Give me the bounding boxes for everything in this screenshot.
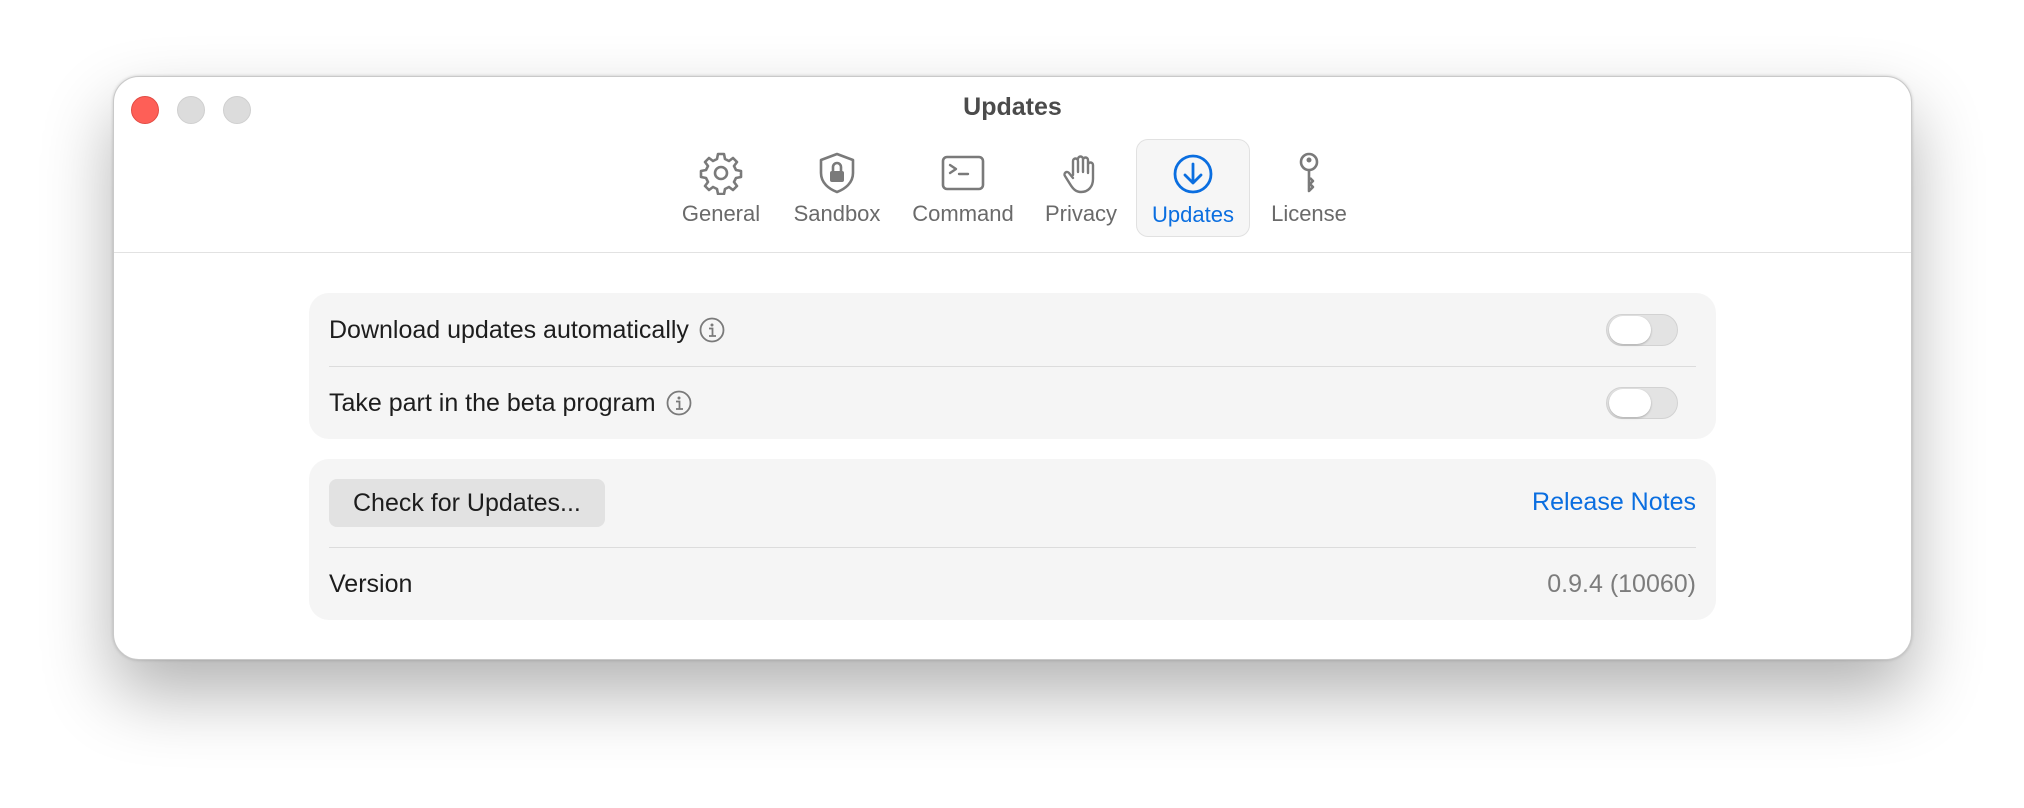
tab-privacy-label: Privacy <box>1044 201 1118 226</box>
tab-privacy[interactable]: Privacy <box>1036 139 1126 237</box>
auto-download-label: Download updates automatically <box>329 315 689 344</box>
beta-program-toggle[interactable] <box>1606 387 1678 419</box>
auto-download-row: Download updates automatically <box>329 308 1696 352</box>
version-group: Check for Updates... Release Notes Versi… <box>309 459 1716 620</box>
preferences-window: Updates General Sandbox Command Privacy … <box>113 76 1912 660</box>
download-circle-icon <box>1173 154 1213 194</box>
tab-sandbox[interactable]: Sandbox <box>784 139 890 237</box>
tab-command[interactable]: Command <box>903 139 1023 237</box>
tab-command-label: Command <box>912 201 1014 226</box>
beta-program-label: Take part in the beta program <box>329 388 656 417</box>
version-label: Version <box>329 570 413 598</box>
info-icon[interactable] <box>666 390 692 416</box>
preferences-toolbar: General Sandbox Command Privacy Updates … <box>114 139 1911 239</box>
terminal-icon <box>941 155 985 191</box>
auto-download-toggle[interactable] <box>1606 314 1678 346</box>
divider <box>329 366 1696 367</box>
beta-program-row: Take part in the beta program <box>329 381 1696 425</box>
tab-sandbox-label: Sandbox <box>793 201 881 226</box>
tab-updates[interactable]: Updates <box>1136 139 1250 237</box>
info-icon[interactable] <box>699 317 725 343</box>
titlebar: Updates General Sandbox Command Privacy … <box>114 77 1911 253</box>
window-title: Updates <box>963 93 1062 121</box>
version-value: 0.9.4 (10060) <box>1547 570 1696 598</box>
tab-license-label: License <box>1271 201 1347 226</box>
key-icon <box>1299 152 1319 193</box>
gear-icon <box>699 152 743 195</box>
tab-updates-label: Updates <box>1152 202 1234 227</box>
update-settings-group: Download updates automatically Take part… <box>309 293 1716 439</box>
tab-general-label: General <box>681 201 761 226</box>
check-for-updates-button[interactable]: Check for Updates... <box>329 479 605 527</box>
toggle-knob <box>1609 316 1651 344</box>
tab-license[interactable]: License <box>1263 139 1355 237</box>
hand-icon <box>1063 155 1095 194</box>
tab-general[interactable]: General <box>671 139 771 237</box>
shield-lock-icon <box>819 152 855 194</box>
divider <box>329 547 1696 548</box>
toggle-knob <box>1609 389 1651 417</box>
release-notes-link[interactable]: Release Notes <box>1532 488 1696 517</box>
